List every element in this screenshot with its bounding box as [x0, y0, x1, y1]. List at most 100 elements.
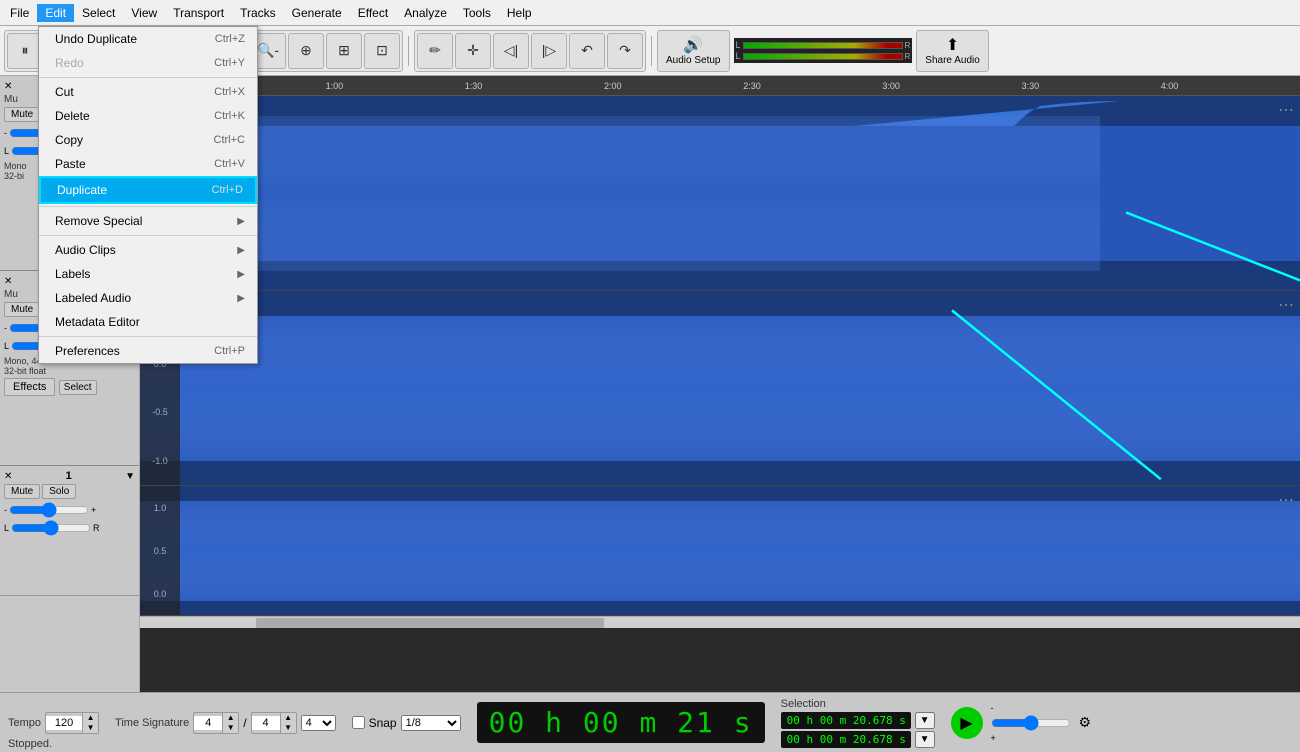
pan2-l-label: L — [4, 341, 9, 351]
menu-duplicate[interactable]: Duplicate Ctrl+D — [39, 176, 257, 204]
menu-copy[interactable]: Copy Ctrl+C — [39, 128, 257, 152]
track-1-waveform: ⋯ — [140, 96, 1300, 291]
menu-analyze[interactable]: Analyze — [396, 4, 455, 22]
separator-a — [39, 77, 257, 78]
track-1-wave-svg — [140, 96, 1300, 290]
snap-checkbox[interactable] — [352, 716, 365, 729]
share-icon: ⬆ — [946, 35, 959, 55]
labels-arrow-icon: ▶ — [237, 269, 245, 280]
vol-plus-icon: + — [991, 733, 1071, 743]
select-button[interactable]: Select — [59, 380, 97, 395]
menu-preferences[interactable]: Preferences Ctrl+P — [39, 339, 257, 363]
fit-button[interactable]: ⊕ — [288, 33, 324, 69]
undo-button[interactable]: ↶ — [569, 33, 605, 69]
selection-end-input[interactable] — [781, 731, 911, 748]
track-2-waveform: ⋯ 1.0 0.0 -0.5 -1.0 — [140, 291, 1300, 486]
share-audio-button[interactable]: ⬆ Share Audio — [916, 30, 989, 72]
y3-label-05: 0.5 — [154, 546, 167, 556]
vol-minus-icon: - — [991, 703, 1071, 713]
effects-button[interactable]: Effects — [4, 378, 55, 396]
track-3-solo-button[interactable]: Solo — [42, 484, 76, 499]
menu-remove-special[interactable]: Remove Special ▶ — [39, 209, 257, 233]
track-2-close-icon[interactable]: ✕ — [4, 276, 12, 287]
settings-row: ⚙ — [1079, 714, 1092, 731]
menu-select[interactable]: Select — [74, 4, 123, 22]
time-mark-300: 3:00 — [882, 81, 900, 91]
menu-audio-clips[interactable]: Audio Clips ▶ — [39, 238, 257, 262]
settings-icon[interactable]: ⚙ — [1079, 714, 1092, 731]
menu-undo-duplicate[interactable]: Undo Duplicate Ctrl+Z — [39, 27, 257, 51]
time-mark-330: 3:30 — [1022, 81, 1040, 91]
zoom-sel-button[interactable]: ⊡ — [364, 33, 400, 69]
scrollbar-thumb[interactable] — [256, 618, 604, 628]
track-3-gain-slider[interactable] — [9, 502, 89, 518]
ts-den-up-button[interactable]: ▲ — [280, 713, 296, 723]
menu-edit[interactable]: Edit — [37, 4, 74, 22]
statusbar: Tempo ▲ ▼ Time Signature ▲ ▼ / ▲ ▼ — [0, 692, 1300, 752]
snap-value-select[interactable]: 1/8 1/4 1/2 1 — [401, 715, 461, 731]
ts-numerator-input[interactable] — [194, 716, 222, 730]
gain2-minus-icon: - — [4, 323, 7, 333]
track-1-close-icon[interactable]: ✕ — [4, 81, 12, 92]
time-mark-100: 1:00 — [326, 81, 344, 91]
trim-right-button[interactable]: |▷ — [531, 33, 567, 69]
horizontal-scrollbar[interactable] — [140, 616, 1300, 628]
track-2-more-icon[interactable]: ⋯ — [1278, 295, 1294, 315]
track-3-more-icon[interactable]: ⋯ — [1278, 490, 1294, 510]
tempo-input[interactable] — [46, 716, 82, 730]
ts-num-down-button[interactable]: ▼ — [222, 723, 238, 733]
track-2-mute-button[interactable]: Mute — [4, 302, 40, 317]
menu-redo[interactable]: Redo Ctrl+Y — [39, 51, 257, 75]
ts-num-up-button[interactable]: ▲ — [222, 713, 238, 723]
track-3-expand-icon[interactable]: ▼ — [125, 471, 135, 482]
track-3-pan-slider[interactable] — [11, 520, 91, 536]
ts-den-down-button[interactable]: ▼ — [280, 723, 296, 733]
menu-labeled-audio[interactable]: Labeled Audio ▶ — [39, 286, 257, 310]
pencil-tool-button[interactable]: ✏ — [417, 33, 453, 69]
ts-denominator-select[interactable]: 4816 — [301, 715, 336, 731]
selection-start-input[interactable] — [781, 712, 911, 729]
tempo-down-button[interactable]: ▼ — [82, 723, 98, 733]
menu-generate[interactable]: Generate — [284, 4, 350, 22]
track-1-mute-button[interactable]: Mute — [4, 107, 40, 122]
selection-end-down-button[interactable]: ▼ — [915, 731, 935, 748]
play-button[interactable]: ▶ — [951, 707, 983, 739]
volume-area: - + — [991, 703, 1071, 743]
time-signature-group: Time Signature ▲ ▼ / ▲ ▼ 4816 — [115, 712, 336, 734]
y-label-m1: -1.0 — [152, 456, 168, 466]
track-3-close-icon[interactable]: ✕ — [4, 471, 12, 482]
audio-setup-label: Audio Setup — [666, 55, 721, 66]
menu-view[interactable]: View — [123, 4, 165, 22]
track-3-mute-button[interactable]: Mute — [4, 484, 40, 499]
trim-left-button[interactable]: ◁| — [493, 33, 529, 69]
fit-width-button[interactable]: ⊞ — [326, 33, 362, 69]
menubar: File Edit Select View Transport Tracks G… — [0, 0, 1300, 26]
gain3-minus-icon: - — [4, 505, 7, 515]
snap-group: Snap 1/8 1/4 1/2 1 — [352, 715, 461, 731]
separator-2 — [408, 36, 409, 66]
menu-tracks[interactable]: Tracks — [232, 4, 284, 22]
menu-labels[interactable]: Labels ▶ — [39, 262, 257, 286]
separator-c — [39, 235, 257, 236]
menu-cut[interactable]: Cut Ctrl+X — [39, 80, 257, 104]
volume-slider[interactable] — [991, 715, 1071, 731]
tempo-up-button[interactable]: ▲ — [82, 713, 98, 723]
remove-special-arrow-icon: ▶ — [237, 216, 245, 227]
redo-button[interactable]: ↷ — [607, 33, 643, 69]
menu-effect[interactable]: Effect — [350, 4, 396, 22]
menu-delete[interactable]: Delete Ctrl+K — [39, 104, 257, 128]
menu-metadata-editor[interactable]: Metadata Editor — [39, 310, 257, 334]
menu-transport[interactable]: Transport — [165, 4, 232, 22]
menu-tools[interactable]: Tools — [455, 4, 499, 22]
menu-file[interactable]: File — [2, 4, 37, 22]
multi-tool-button[interactable]: ✛ — [455, 33, 491, 69]
ts-numerator-spinbox: ▲ ▼ — [193, 712, 239, 734]
audio-setup-button[interactable]: 🔊 Audio Setup — [657, 30, 730, 72]
menu-paste[interactable]: Paste Ctrl+V — [39, 152, 257, 176]
selection-start-down-button[interactable]: ▼ — [915, 712, 935, 729]
audio-clips-arrow-icon: ▶ — [237, 245, 245, 256]
tempo-spinbox-buttons: ▲ ▼ — [82, 713, 98, 733]
menu-help[interactable]: Help — [499, 4, 540, 22]
ts-denominator-input[interactable] — [252, 716, 280, 730]
track-1-more-icon[interactable]: ⋯ — [1278, 100, 1294, 120]
